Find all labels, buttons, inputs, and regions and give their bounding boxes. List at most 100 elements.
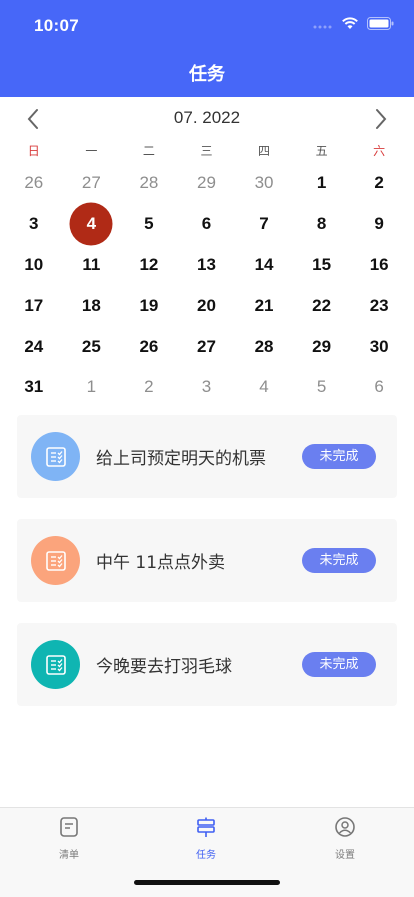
calendar-day-label: 7 [259, 214, 269, 234]
tab-label: 任务 [196, 850, 216, 861]
calendar-day[interactable]: 16 [350, 245, 408, 286]
calendar-day-label: 11 [82, 254, 101, 274]
calendar-day[interactable]: 5 [120, 204, 178, 245]
calendar-day[interactable]: 2 [350, 163, 408, 204]
weekday-label: 日 [27, 144, 40, 158]
tab-settings[interactable]: 设置 [315, 816, 375, 861]
calendar-day[interactable]: 12 [120, 245, 178, 286]
calendar-day[interactable]: 26 [5, 163, 63, 204]
calendar-day[interactable]: 28 [120, 163, 178, 204]
calendar-day[interactable]: 29 [293, 326, 351, 367]
calendar-day-label: 12 [139, 254, 159, 274]
calendar-day[interactable]: 27 [63, 163, 121, 204]
weekday-label: 一 [85, 144, 98, 158]
calendar-day-label: 20 [197, 295, 216, 315]
calendar-day-label: 4 [259, 377, 269, 397]
calendar-day[interactable]: 2 [120, 367, 178, 408]
tab-label: 清单 [59, 850, 79, 861]
calendar-day[interactable]: 27 [178, 326, 236, 367]
calendar-day[interactable]: 26 [120, 326, 178, 367]
calendar-day-label: 1 [86, 377, 97, 397]
calendar-day[interactable]: 1 [293, 163, 351, 204]
calendar-day[interactable]: 1 [63, 367, 121, 408]
calendar-day[interactable]: 17 [5, 285, 63, 326]
task-card[interactable]: 给上司预定明天的机票 未完成 [17, 415, 397, 498]
calendar-day-label: 5 [144, 214, 154, 234]
task-title: 中午 11点点外卖 [96, 553, 226, 573]
checklist-icon [45, 550, 66, 571]
task-icon-circle [31, 536, 80, 585]
calendar-day[interactable]: 24 [5, 326, 63, 367]
calendar-day-label: 10 [24, 254, 44, 274]
calendar-day[interactable]: 6 [350, 367, 408, 408]
task-title: 今晚要去打羽毛球 [96, 657, 232, 677]
calendar-day[interactable]: 18 [63, 285, 121, 326]
calendar-day[interactable]: 28 [235, 326, 293, 367]
calendar-day[interactable]: 4 [235, 367, 293, 408]
calendar-day-label: 24 [24, 336, 44, 356]
calendar-day-label: 6 [374, 377, 384, 397]
calendar-day[interactable]: 22 [293, 285, 351, 326]
task-icon-circle [31, 432, 80, 481]
task-card[interactable]: 今晚要去打羽毛球 未完成 [17, 623, 397, 706]
calendar-day[interactable]: 15 [293, 245, 351, 286]
calendar-day[interactable]: 25 [63, 326, 121, 367]
calendar-day[interactable]: 30 [350, 326, 408, 367]
calendar-day-label: 29 [197, 173, 216, 193]
calendar-day-label: 3 [29, 214, 39, 234]
weekday-label: 六 [373, 144, 386, 158]
calendar-day[interactable]: 8 [293, 204, 351, 245]
calendar-day[interactable]: 21 [235, 285, 293, 326]
calendar-day[interactable]: 14 [235, 245, 293, 286]
settings-icon [335, 817, 355, 837]
task-status-button[interactable]: 未完成 [302, 652, 376, 677]
tab-tasks[interactable]: 任务 [176, 816, 236, 861]
calendar-day[interactable]: 6 [178, 204, 236, 245]
next-month-button[interactable] [368, 106, 392, 132]
calendar-day-label: 17 [24, 295, 44, 315]
calendar-day-selected[interactable]: 4 [63, 204, 121, 245]
calendar-nav: 07. 2022 [0, 100, 414, 138]
calendar-day[interactable]: 23 [350, 285, 408, 326]
calendar-day[interactable]: 3 [5, 204, 63, 245]
calendar-day-label: 21 [254, 295, 274, 315]
calendar-day[interactable]: 19 [120, 285, 178, 326]
chevron-right-icon [376, 109, 387, 129]
task-status-button[interactable]: 未完成 [302, 444, 376, 469]
calendar-day-label: 27 [81, 173, 101, 193]
calendar-day-label: 28 [254, 336, 274, 356]
calendar-day-label: 13 [197, 254, 216, 274]
calendar-day[interactable]: 30 [235, 163, 293, 204]
tab-list[interactable]: 清单 [39, 816, 99, 861]
calendar-grid: 26 27 28 29 30 1 2 3 4 5 6 7 8 9 10 11 12 13 14 15 16 17 18 19 2… [5, 163, 408, 408]
calendar-day-label: 14 [254, 254, 274, 274]
calendar-day[interactable]: 31 [5, 367, 63, 408]
calendar-day[interactable]: 10 [5, 245, 63, 286]
calendar-day-label: 1 [316, 173, 327, 193]
weekday-label: 四 [258, 144, 271, 158]
task-status-button[interactable]: 未完成 [302, 548, 376, 573]
calendar-day-label: 8 [316, 214, 327, 234]
calendar-day[interactable]: 29 [178, 163, 236, 204]
battery-icon [367, 17, 394, 30]
calendar-day-label: 23 [369, 295, 389, 315]
calendar-day-label: 29 [312, 336, 332, 356]
calendar-day[interactable]: 20 [178, 285, 236, 326]
weekday-label: 三 [200, 144, 213, 158]
calendar-day-label: 30 [369, 336, 389, 356]
checklist-icon [45, 446, 66, 467]
tab-label: 设置 [335, 850, 355, 861]
task-card[interactable]: 中午 11点点外卖 未完成 [17, 519, 397, 602]
calendar-day[interactable]: 5 [293, 367, 351, 408]
status-bar: 10:07 [0, 0, 414, 50]
calendar-day[interactable]: 13 [178, 245, 236, 286]
calendar-day-label: 28 [139, 173, 159, 193]
calendar-day[interactable]: 9 [350, 204, 408, 245]
calendar-day-label: 25 [81, 336, 101, 356]
calendar-day[interactable]: 3 [178, 367, 236, 408]
calendar-day-label: 18 [81, 295, 101, 315]
checklist-icon [45, 654, 66, 675]
task-title: 给上司预定明天的机票 [96, 449, 266, 469]
calendar-day[interactable]: 7 [235, 204, 293, 245]
calendar-day[interactable]: 11 [63, 245, 121, 286]
